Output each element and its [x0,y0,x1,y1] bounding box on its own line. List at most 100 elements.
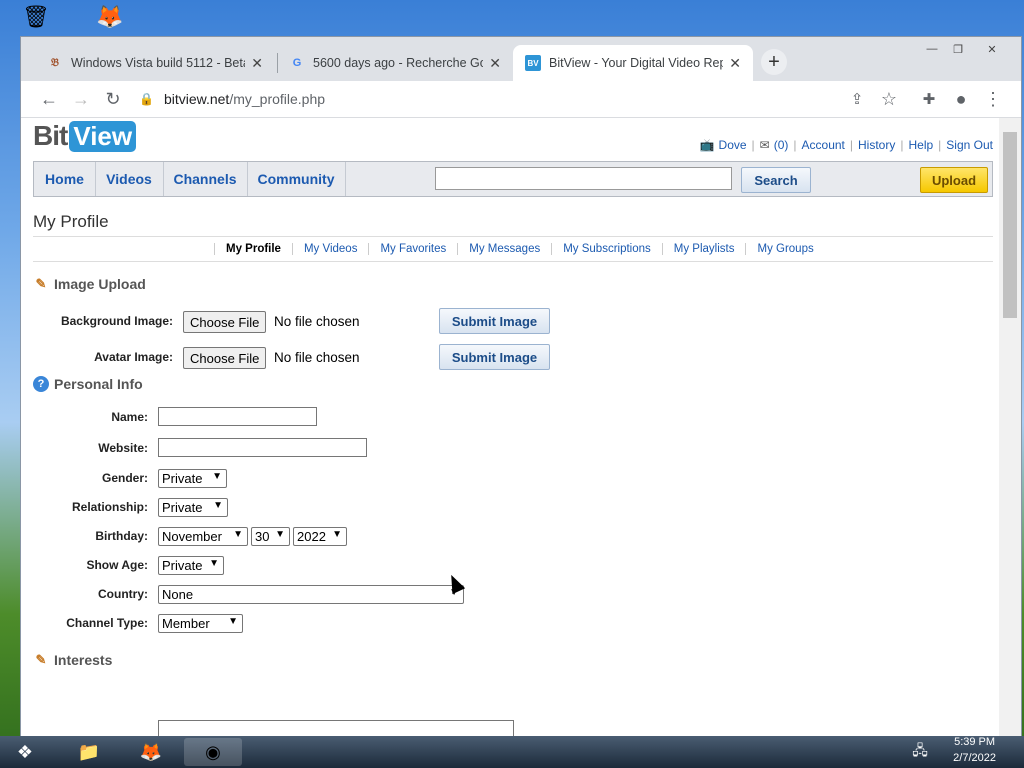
interests-textarea[interactable] [158,720,514,737]
address-bar[interactable]: 🔒 bitview.net/my_profile.php [139,86,854,112]
divider: | [938,138,942,152]
close-window-icon[interactable]: ✕ [979,39,1005,59]
share-icon[interactable]: ⇪ [845,87,869,111]
forward-icon[interactable]: → [69,87,93,111]
chevron-down-icon: ▼ [213,500,223,511]
bookmark-star-icon[interactable]: ☆ [877,87,901,111]
menu-icon[interactable]: ⋮ [981,87,1005,111]
restore-icon[interactable]: ❐ [945,39,971,59]
back-icon[interactable]: ← [37,87,61,111]
background-file-status: No file chosen [274,314,360,329]
account-link[interactable]: Account [802,138,845,152]
subnav-my-profile[interactable]: My Profile [214,243,293,255]
tab-title: 5600 days ago - Recherche Goog [313,56,484,70]
firefox-desktop-icon[interactable]: 🦊 [96,4,123,30]
selected-value: Private [162,558,203,573]
divider: | [849,138,854,152]
relationship-label: Relationship: [71,500,148,514]
gender-label: Gender: [101,471,148,485]
upload-button[interactable]: Upload [920,167,988,193]
subnav-my-groups[interactable]: My Groups [746,243,824,255]
tab-vista[interactable]: 𝔅 Windows Vista build 5112 - Beta ✕ [35,45,275,81]
birthday-label: Birthday: [95,529,148,543]
channel-type-select[interactable]: Member ▼ [158,614,243,633]
birthday-month-select[interactable]: November ▼ [158,527,248,546]
logo-bit: Bit [33,120,68,151]
nav-videos[interactable]: Videos [95,162,164,196]
tab-title: Windows Vista build 5112 - Beta [71,56,246,70]
country-label: Country: [98,587,148,601]
divider [33,236,993,237]
selected-value: Private [162,500,203,515]
selected-value: 2022 [297,529,326,544]
web-page: Bit View 📺 Dove | ✉ (0) | Account | Hist… [21,118,999,737]
google-favicon-icon: G [292,57,302,69]
search-input[interactable] [435,167,732,190]
search-button[interactable]: Search [741,167,811,193]
file-explorer-icon[interactable]: 📁 [60,738,118,766]
scrollbar-thumb[interactable] [1003,132,1017,318]
avatar-image-label: Avatar Image: [94,350,173,364]
sign-out-link[interactable]: Sign Out [946,138,993,152]
image-upload-heading: ✎ Image Upload [33,276,146,292]
url-path: /my_profile.php [229,91,326,107]
selected-value: 30 [255,529,270,544]
new-tab-button[interactable]: + [761,49,787,75]
selected-value: None [162,587,194,602]
minimize-icon[interactable]: — [919,39,945,59]
recycle-bin-icon[interactable]: 🗑 [22,4,50,30]
reload-icon[interactable]: ↻ [101,87,125,111]
profile-icon[interactable]: ● [949,87,973,111]
tv-icon: 📺 [699,138,715,152]
close-tab-icon[interactable]: ✕ [489,55,501,72]
close-tab-icon[interactable]: ✕ [729,55,741,72]
subnav-my-favorites[interactable]: My Favorites [369,243,459,255]
subnav-my-playlists[interactable]: My Playlists [663,243,747,255]
birthday-year-select[interactable]: 2022 ▼ [293,527,347,546]
main-nav: Home Videos Channels Community Search Up… [33,161,993,197]
show-age-select[interactable]: Private ▼ [158,556,224,575]
firefox-icon[interactable]: 🦊 [122,738,180,766]
avatar-submit-button[interactable]: Submit Image [439,344,550,370]
extensions-icon[interactable]: ✚ [917,87,941,111]
relationship-select[interactable]: Private ▼ [158,498,228,517]
nav-home[interactable]: Home [34,162,96,196]
close-tab-icon[interactable]: ✕ [251,55,263,72]
birthday-day-select[interactable]: 30 ▼ [251,527,290,546]
chevron-down-icon: ▼ [209,558,219,569]
selected-value: November [162,529,222,544]
gender-select[interactable]: Private ▼ [158,469,227,488]
tab-google[interactable]: G 5600 days ago - Recherche Goog ✕ [277,45,513,81]
divider [33,261,993,262]
username-link[interactable]: Dove [719,138,747,152]
system-clock[interactable]: 5:39 PM 2/7/2022 [953,734,996,766]
section-title: Interests [54,652,113,668]
info-icon: ? [33,376,49,392]
background-choose-file-button[interactable]: Choose File [183,311,267,333]
subnav-my-subscriptions[interactable]: My Subscriptions [552,243,663,255]
country-select[interactable]: None ▼ [158,585,464,604]
subnav-my-videos[interactable]: My Videos [293,243,370,255]
bitview-logo[interactable]: Bit View [33,120,137,152]
interests-heading: ✎ Interests [33,652,113,668]
clock-time: 5:39 PM [954,736,996,748]
clock-date: 2/7/2022 [953,752,996,764]
chevron-down-icon: ▼ [233,529,243,540]
name-input[interactable] [158,407,317,426]
network-icon[interactable]: 🖧 [900,738,940,766]
start-button[interactable]: ❖ [0,738,50,766]
history-link[interactable]: History [858,138,895,152]
taskbar: ❖ 📁 🦊 ◉ 🖧 5:39 PM 2/7/2022 [0,736,1024,768]
page-scrollbar[interactable] [999,118,1021,737]
help-link[interactable]: Help [908,138,933,152]
subnav-my-messages[interactable]: My Messages [458,243,553,255]
chrome-icon[interactable]: ◉ [184,738,242,766]
background-image-label: Background Image: [60,314,173,328]
nav-channels[interactable]: Channels [163,162,248,196]
messages-count-link[interactable]: (0) [774,138,789,152]
avatar-choose-file-button[interactable]: Choose File [183,347,267,369]
website-input[interactable] [158,438,367,457]
tab-bitview[interactable]: BV BitView - Your Digital Video Repo ✕ [513,45,753,81]
background-submit-button[interactable]: Submit Image [439,308,550,334]
nav-community[interactable]: Community [247,162,346,196]
